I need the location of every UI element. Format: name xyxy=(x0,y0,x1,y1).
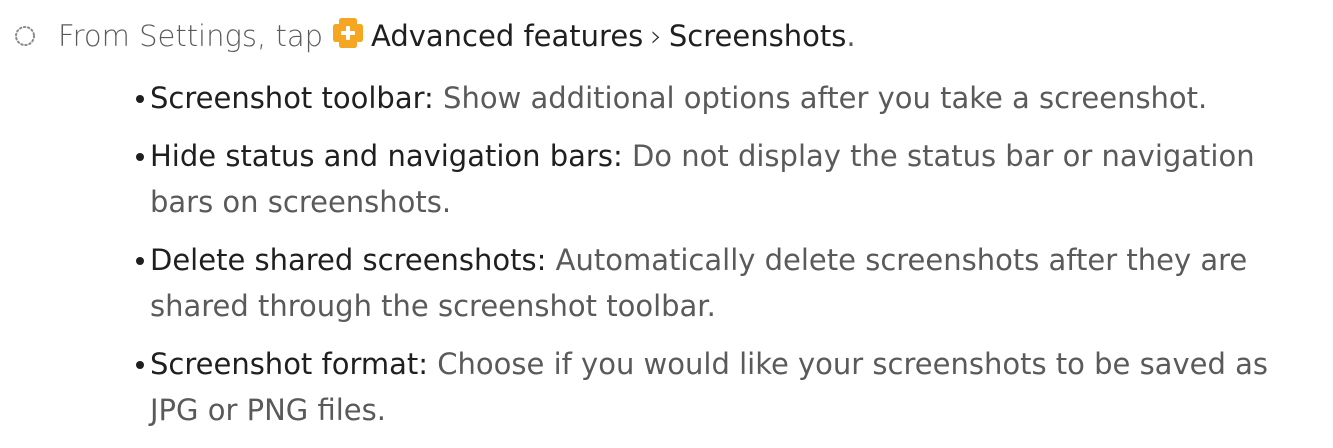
menu-screenshots: Screenshots xyxy=(668,19,847,53)
option-term: Hide status and navigation bars xyxy=(150,139,613,173)
dotted-circle-icon xyxy=(15,26,35,46)
list-item: Delete shared screenshots: Automatically… xyxy=(136,237,1320,329)
advanced-features-icon xyxy=(333,18,363,48)
option-list: Screenshot toolbar: Show additional opti… xyxy=(136,75,1320,445)
settings-instructions: From Settings, tap Advanced features › S… xyxy=(0,0,1333,448)
step-instruction: From Settings, tap Advanced features › S… xyxy=(10,10,856,62)
option-description: Show additional options after you take a… xyxy=(433,81,1208,115)
bullet-dot xyxy=(136,153,144,161)
list-item: Hide status and navigation bars: Do not … xyxy=(136,133,1320,225)
chevron-right-icon: › xyxy=(650,19,662,53)
list-item: Screenshot format: Choose if you would l… xyxy=(136,341,1320,433)
option-term: Screenshot toolbar xyxy=(150,81,425,115)
option-separator: : xyxy=(424,81,434,115)
step-suffix: . xyxy=(846,19,856,53)
option-term: Screenshot format xyxy=(150,347,419,381)
option-separator: : xyxy=(612,139,623,173)
option-term: Delete shared screenshots xyxy=(150,243,537,277)
step-prefix: From Settings, tap xyxy=(58,19,323,53)
menu-advanced-features: Advanced features xyxy=(371,19,644,53)
bullet-dot xyxy=(136,257,144,265)
option-separator: : xyxy=(536,243,547,277)
bullet-dot xyxy=(136,361,144,369)
list-item: Screenshot toolbar: Show additional opti… xyxy=(136,75,1320,121)
option-separator: : xyxy=(418,347,429,381)
bullet-dot xyxy=(136,95,144,103)
